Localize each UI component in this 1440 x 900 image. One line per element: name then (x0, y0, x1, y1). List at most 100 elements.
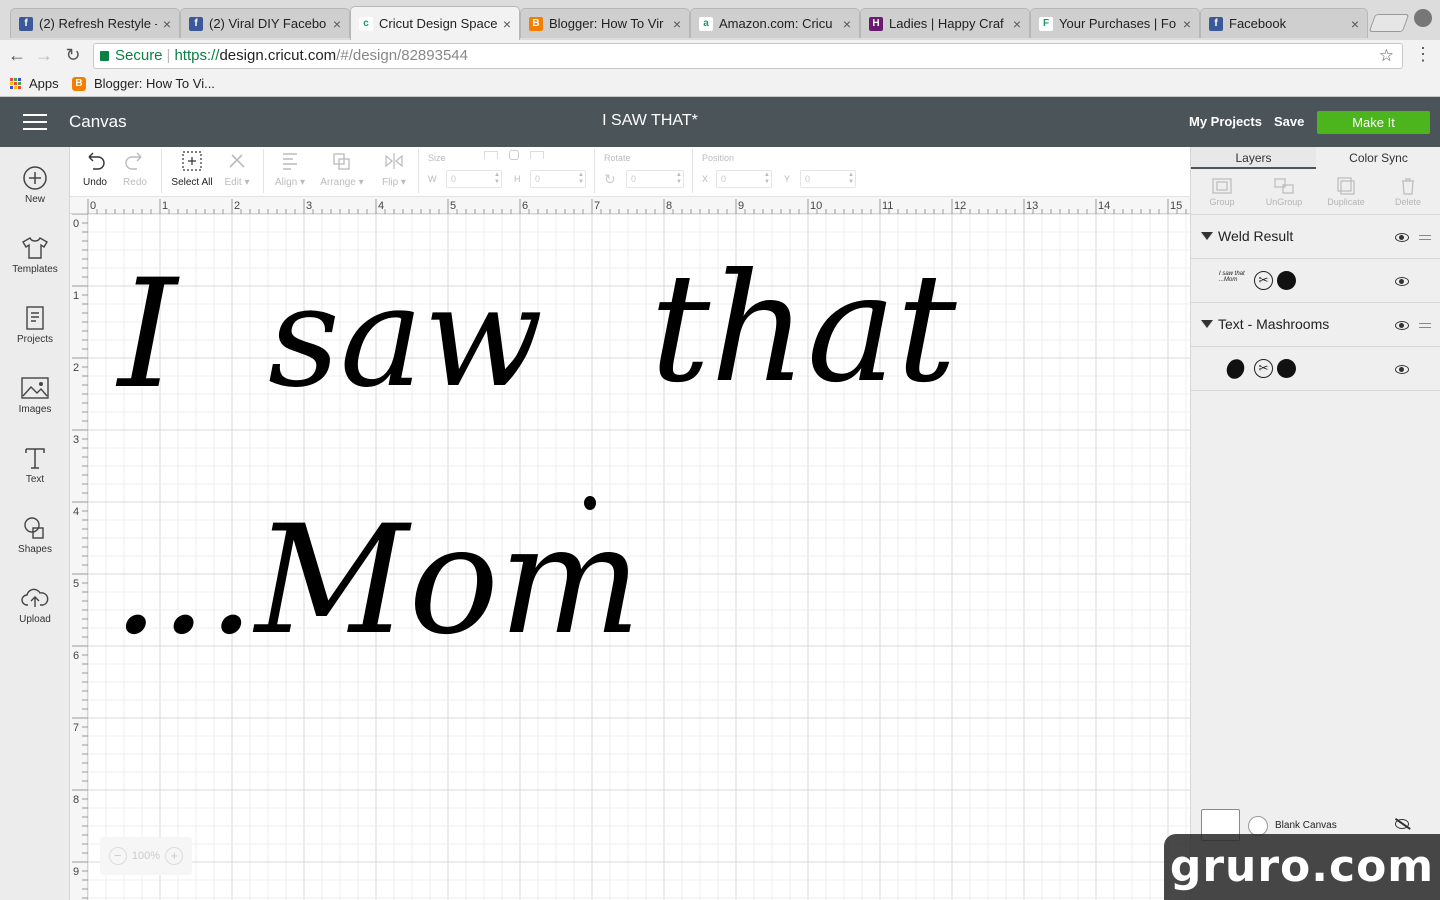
visibility-eye-icon[interactable] (1395, 233, 1409, 242)
url-bar[interactable]: Secure | https://design.cricut.com/#/desig… (93, 43, 1403, 69)
layer-group-text-mashrooms[interactable]: Text - Mashrooms (1191, 303, 1440, 347)
profile-icon[interactable] (1414, 9, 1432, 27)
canvas-color-swatch[interactable] (1248, 816, 1268, 836)
sidebar-item-text[interactable]: Text (0, 445, 70, 485)
x-position-input[interactable]: 0 ▲ ▼ (716, 170, 772, 188)
word-mom[interactable]: ...Mom (112, 494, 641, 668)
my-projects-button[interactable]: My Projects (1189, 114, 1262, 129)
sidebar-item-new[interactable]: New (0, 165, 70, 205)
browser-tab[interactable]: f Facebook × (1200, 8, 1368, 38)
facebook-icon: f (189, 16, 203, 31)
delete-button[interactable]: Delete (1383, 177, 1433, 207)
design-canvas[interactable]: 0 1 2 3 4 5 6 7 8 9 10 11 12 13 14 15 0123456789 I saw … (70, 197, 1190, 900)
blogger-bookmark[interactable]: B Blogger: How To Vi... (72, 76, 215, 91)
sidebar-item-templates[interactable]: Templates (0, 235, 70, 275)
blogger-bookmark-label: Blogger: How To Vi... (94, 76, 215, 91)
sidebar-item-shapes[interactable]: Shapes (0, 515, 70, 555)
browser-tab[interactable]: f (2) Refresh Restyle - × (10, 8, 180, 38)
layer-item-text[interactable]: ✂ (1191, 347, 1440, 391)
duplicate-button[interactable]: Duplicate (1321, 177, 1371, 207)
close-tab-icon[interactable]: × (1013, 16, 1021, 32)
blogger-icon: B (72, 76, 86, 91)
rotate-input[interactable]: 0 ▲ ▼ (626, 170, 684, 188)
browser-menu-icon[interactable]: ⋮ (1414, 44, 1432, 65)
color-swatch[interactable] (1277, 359, 1296, 378)
hidden-eye-icon[interactable] (1395, 819, 1409, 829)
close-tab-icon[interactable]: × (333, 16, 341, 32)
sidebar-item-upload[interactable]: Upload (0, 585, 70, 625)
visibility-eye-icon[interactable] (1395, 277, 1409, 286)
y-position-input[interactable]: 0 ▲ ▼ (800, 170, 856, 188)
undo-button[interactable]: Undo (82, 151, 108, 188)
width-input[interactable]: 0 ▲ ▼ (446, 170, 502, 188)
collapse-caret-icon[interactable] (1201, 320, 1213, 328)
drag-handle-icon[interactable] (1419, 235, 1431, 240)
tab-color-sync[interactable]: Color Sync (1316, 147, 1440, 169)
close-tab-icon[interactable]: × (163, 16, 171, 32)
redo-label: Redo (123, 177, 147, 188)
make-it-button[interactable]: Make It (1317, 111, 1430, 134)
group-button[interactable]: Group (1197, 177, 1247, 207)
browser-tab[interactable]: f (2) Viral DIY Facebo × (180, 8, 350, 38)
design-dot (584, 496, 596, 510)
flip-button[interactable]: Flip ▾ (376, 151, 412, 188)
back-arrow-icon[interactable]: ← (6, 45, 28, 66)
save-button[interactable]: Save (1274, 114, 1304, 129)
sidebar-item-images[interactable]: Images (0, 375, 70, 415)
new-tab-button[interactable] (1368, 14, 1410, 32)
drag-handle-icon[interactable] (1419, 323, 1431, 328)
close-tab-icon[interactable]: × (1351, 16, 1359, 32)
zoom-out-button[interactable]: − (108, 847, 127, 865)
undo-label: Undo (83, 177, 107, 188)
visibility-eye-icon[interactable] (1395, 365, 1409, 374)
secure-label: Secure (115, 47, 163, 64)
edit-icon (229, 154, 245, 168)
fontbundles-icon: F (1039, 16, 1053, 31)
color-swatch[interactable] (1277, 271, 1296, 290)
apps-bookmark[interactable]: Apps (10, 76, 59, 91)
layer-group-weld-result[interactable]: Weld Result (1191, 215, 1440, 259)
design-artwork[interactable]: I saw that ...Mom (70, 197, 1190, 900)
app-header: Canvas I SAW THAT* My Projects Save Make… (0, 97, 1440, 147)
browser-tab[interactable]: a Amazon.com: Cricu × (690, 8, 860, 38)
visibility-eye-icon[interactable] (1395, 321, 1409, 330)
zoom-in-button[interactable]: + (165, 847, 184, 865)
select-all-button[interactable]: Select All (170, 151, 214, 188)
ungroup-icon (1274, 178, 1294, 194)
image-icon (21, 377, 49, 399)
forward-arrow-icon[interactable]: → (33, 45, 55, 66)
ungroup-label: UnGroup (1265, 197, 1303, 207)
arrange-button[interactable]: Arrange ▾ (316, 151, 368, 188)
redo-button[interactable]: Redo (122, 151, 148, 188)
ungroup-button[interactable]: UnGroup (1259, 177, 1309, 207)
word-saw[interactable]: saw (268, 256, 543, 419)
close-tab-icon[interactable]: × (843, 16, 851, 32)
browser-tab[interactable]: F Your Purchases | Fo × (1030, 8, 1200, 38)
height-input[interactable]: 0 ▲ ▼ (530, 170, 586, 188)
group-icon (1212, 178, 1232, 194)
browser-tab[interactable]: c Cricut Design Space × (350, 6, 520, 40)
close-tab-icon[interactable]: × (673, 16, 681, 32)
align-button[interactable]: Align ▾ (270, 151, 310, 188)
word-i[interactable]: I (115, 248, 180, 422)
collapse-caret-icon[interactable] (1201, 232, 1213, 240)
edit-button[interactable]: Edit ▾ (222, 151, 252, 188)
lock-proportion-icon[interactable] (509, 150, 519, 160)
sidebar-item-label: Projects (16, 334, 54, 345)
cut-scissors-icon[interactable]: ✂ (1254, 271, 1273, 290)
y-label: Y (784, 174, 791, 184)
browser-tab[interactable]: H Ladies | Happy Craf × (860, 8, 1030, 38)
cut-scissors-icon[interactable]: ✂ (1254, 359, 1273, 378)
width-value: 0 (451, 174, 457, 184)
bookmark-star-icon[interactable]: ☆ (1379, 44, 1394, 68)
close-tab-icon[interactable]: × (1183, 16, 1191, 32)
reload-icon[interactable]: ↻ (62, 45, 84, 66)
sidebar-item-projects[interactable]: Projects (0, 305, 70, 345)
word-that[interactable]: that (650, 242, 957, 416)
facebook-icon: f (1209, 16, 1223, 31)
close-tab-icon[interactable]: × (503, 16, 511, 32)
browser-tab[interactable]: B Blogger: How To Vir × (520, 8, 690, 38)
layer-item-weld[interactable]: I saw that ...Mom ✂ (1191, 259, 1440, 303)
tab-layers[interactable]: Layers (1191, 147, 1316, 169)
sidebar-item-label: New (24, 194, 45, 205)
